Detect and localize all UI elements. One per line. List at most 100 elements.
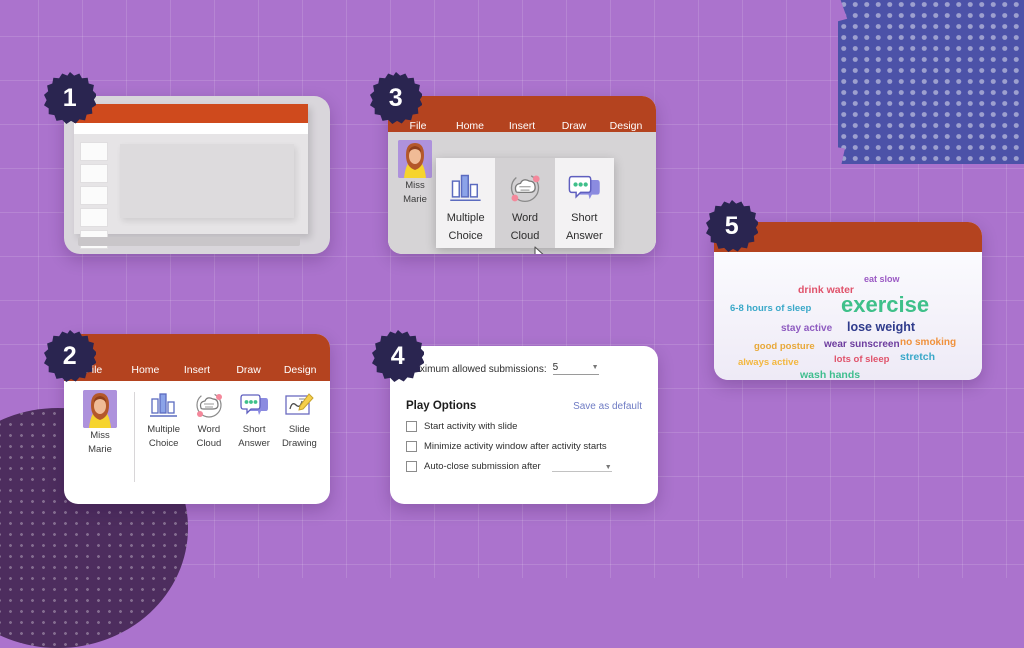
- window-ribbon-bar: [74, 104, 308, 123]
- ribbon-divider: [134, 392, 135, 482]
- ribbon-tab-strip: File Home Insert Draw Design: [64, 334, 330, 381]
- word-cloud-word: no smoking: [900, 337, 957, 348]
- magnified-tool-panel: Multiple Choice Word Cloud Short Answer: [436, 158, 614, 248]
- word-cloud-icon: [505, 171, 545, 207]
- ribbon-tab-design[interactable]: Design: [274, 364, 326, 376]
- checkbox-row-minimize-window[interactable]: Minimize activity window after activity …: [406, 441, 642, 452]
- step-badge-3-number: 3: [388, 83, 404, 112]
- save-as-default-link[interactable]: Save as default: [573, 401, 642, 412]
- step-badge-4-number: 4: [390, 341, 406, 370]
- auto-close-duration-select[interactable]: ▼: [551, 461, 612, 472]
- slide-thumbnail[interactable]: [80, 208, 108, 227]
- settings-panel: Maximum allowed submissions: 5 ▼ Play Op…: [390, 346, 658, 472]
- max-submissions-label: Maximum allowed submissions:: [406, 364, 547, 375]
- powerpoint-window-mock: [74, 104, 308, 249]
- step-badge-5: 5: [706, 200, 758, 252]
- tool-label-line2: Cloud: [196, 437, 222, 449]
- ribbon-tool-miss-marie[interactable]: Miss Marie: [398, 140, 432, 206]
- window-body: [74, 134, 308, 249]
- ribbon-tool-group: Miss Marie Multiple Choice Word Cloud Sh…: [64, 381, 330, 490]
- tool-label-line2: Marie: [403, 193, 427, 205]
- word-cloud-icon: [192, 390, 226, 422]
- chevron-down-icon: ▼: [604, 464, 612, 471]
- step-badge-1: 1: [44, 72, 96, 124]
- ribbon-tool-multiple-choice[interactable]: Multiple Choice: [141, 390, 186, 450]
- zoom-tool-multiple-choice[interactable]: Multiple Choice: [436, 158, 495, 248]
- step-badge-3: 3: [370, 72, 422, 124]
- zoom-tool-label-line1: Short: [571, 212, 598, 224]
- ribbon-tab-draw[interactable]: Draw: [223, 364, 275, 376]
- window-base-shadow: [78, 237, 300, 246]
- checkbox-start-activity[interactable]: [406, 421, 417, 432]
- step-1-powerpoint-window-card: [64, 96, 330, 254]
- tool-label-line2: Choice: [148, 437, 179, 449]
- slide-thumbnail-panel[interactable]: [80, 142, 108, 252]
- word-cloud-word: exercise: [841, 292, 930, 317]
- ribbon-tab-home[interactable]: Home: [120, 364, 172, 376]
- tool-label-line2: Answer: [238, 437, 270, 449]
- slide-canvas[interactable]: [120, 144, 294, 218]
- zoom-tool-short-answer[interactable]: Short Answer: [555, 158, 614, 248]
- step-badge-5-number: 5: [724, 211, 740, 240]
- avatar: [398, 140, 432, 178]
- zoom-tool-label-line1: Multiple: [446, 212, 485, 224]
- step3-ribbon-titlebar: File Home Insert Draw Design: [388, 96, 656, 136]
- ribbon-tab-design[interactable]: Design: [600, 120, 652, 132]
- step3-ribbon-tab-strip: File Home Insert Draw Design: [388, 96, 656, 136]
- pencil-draw-icon: [282, 390, 316, 422]
- slide-thumbnail[interactable]: [80, 142, 108, 161]
- word-cloud-word: eat slow: [864, 274, 900, 284]
- window-subbar: [74, 123, 308, 134]
- word-cloud-canvas: 6-8 hours of sleep drink water eat slow exe…: [714, 252, 982, 380]
- chat-bubble-icon: [237, 390, 271, 422]
- checkbox-label: Minimize activity window after activity …: [424, 441, 607, 452]
- ribbon-tab-insert[interactable]: Insert: [171, 364, 223, 376]
- word-cloud-word: good posture: [754, 341, 815, 352]
- word-cloud-word: always active: [738, 357, 799, 368]
- chevron-down-icon: ▼: [591, 364, 599, 371]
- max-submissions-value: 5: [552, 362, 559, 373]
- ribbon-tool-miss-marie[interactable]: Miss Marie: [72, 390, 128, 456]
- checkbox-auto-close[interactable]: [406, 461, 417, 472]
- bar-chart-icon: [147, 390, 181, 422]
- ribbon-tool-slide-drawing[interactable]: Slide Drawing: [277, 390, 322, 450]
- ribbon-tool-word-cloud[interactable]: Word Cloud: [186, 390, 231, 450]
- ribbon-tool-short-answer[interactable]: Short Answer: [232, 390, 277, 450]
- max-submissions-select[interactable]: 5 ▼: [552, 362, 599, 375]
- step-badge-2: 2: [44, 330, 96, 382]
- checkbox-minimize-window[interactable]: [406, 441, 417, 452]
- ribbon-tab-insert[interactable]: Insert: [496, 120, 548, 132]
- bar-chart-icon: [446, 171, 486, 207]
- tool-label-line1: Multiple: [147, 424, 180, 435]
- word-cloud-word: wear sunscreen: [824, 339, 900, 350]
- checkbox-label: Start activity with slide: [424, 421, 518, 432]
- zoom-tool-label-line2: Cloud: [510, 230, 540, 243]
- play-options-header: Play Options Save as default: [406, 400, 642, 412]
- max-submissions-row: Maximum allowed submissions: 5 ▼: [406, 362, 642, 375]
- zoom-tool-label-line1: Word: [511, 212, 539, 224]
- zoom-tool-label-line2: Choice: [448, 230, 483, 243]
- word-cloud-word: wash hands: [800, 369, 861, 380]
- ribbon-titlebar: File Home Insert Draw Design: [64, 334, 330, 381]
- tool-label-line1: Short: [242, 424, 266, 435]
- starburst-decoration-icon: [838, 0, 1024, 164]
- ribbon-tab-draw[interactable]: Draw: [548, 120, 600, 132]
- checkbox-row-auto-close[interactable]: Auto-close submission after ▼: [406, 461, 642, 472]
- checkbox-row-start-activity[interactable]: Start activity with slide: [406, 421, 642, 432]
- tool-label-line2: Marie: [88, 443, 112, 455]
- zoom-tool-label-line2: Answer: [565, 230, 603, 243]
- step-3-word-cloud-selection-card: File Home Insert Draw Design Miss Marie: [388, 96, 656, 254]
- slide-thumbnail[interactable]: [80, 186, 108, 205]
- word-cloud-word: stay active: [781, 323, 833, 334]
- step-2-ribbon-card: File Home Insert Draw Design Miss Marie: [64, 334, 330, 504]
- tool-label-line1: Word: [197, 424, 221, 435]
- ribbon-tab-home[interactable]: Home: [444, 120, 496, 132]
- step-4-settings-card: Maximum allowed submissions: 5 ▼ Play Op…: [390, 346, 658, 504]
- word-cloud-word: stretch: [900, 351, 936, 363]
- slide-thumbnail[interactable]: [80, 164, 108, 183]
- tool-label-line1: Miss: [405, 180, 425, 191]
- checkbox-label: Auto-close submission after: [424, 461, 541, 472]
- word-cloud-word: lose weight: [847, 320, 916, 334]
- zoom-tool-word-cloud[interactable]: Word Cloud: [495, 158, 555, 248]
- step3-ribbon-body: Miss Marie Multiple Choice Word Cloud Sh…: [388, 132, 656, 254]
